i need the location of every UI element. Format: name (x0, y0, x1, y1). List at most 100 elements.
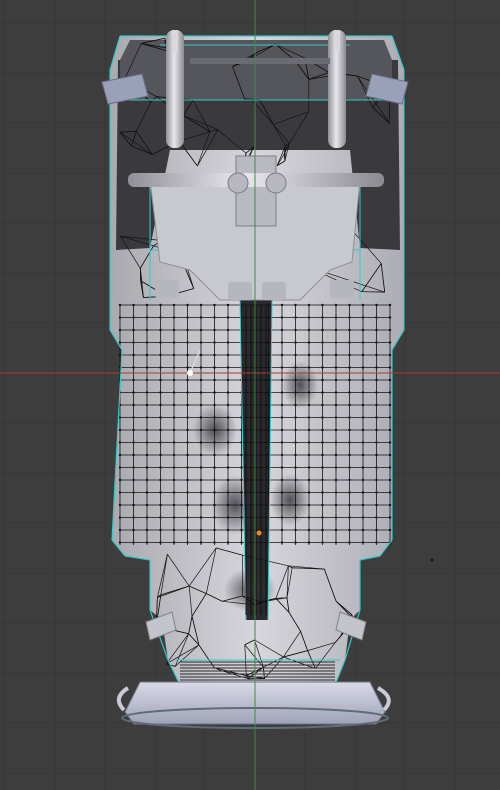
mesh-vertex (159, 491, 162, 494)
mesh-vertex (307, 316, 311, 319)
mesh-vertex (186, 478, 189, 482)
selected-vertex[interactable] (187, 370, 193, 376)
mesh-vertex (348, 466, 351, 469)
mesh-vertex (388, 441, 392, 444)
mesh-vertex (159, 328, 162, 332)
mesh-vertex (186, 428, 189, 432)
mesh-vertex (186, 516, 189, 519)
mesh-vertex (280, 528, 284, 532)
mesh-vertex (226, 378, 230, 382)
mesh-vertex (388, 391, 392, 394)
mesh-vertex (267, 416, 270, 419)
mesh-vertex (294, 478, 297, 482)
mesh-vertex (132, 328, 135, 332)
mesh-vertex (334, 316, 338, 319)
mesh-vertex (172, 516, 176, 519)
mesh-vertex (307, 403, 311, 407)
mesh-vertex (375, 478, 378, 482)
mesh-vertex (172, 441, 176, 444)
mesh-vertex (388, 328, 392, 332)
mesh-vertex (321, 428, 324, 432)
mesh-vertex (118, 491, 122, 494)
mesh-vertex (172, 453, 176, 457)
viewport-canvas[interactable] (0, 0, 500, 790)
mesh-vertex (172, 403, 176, 407)
mesh-vertex (334, 491, 338, 494)
mesh-vertex (321, 378, 324, 382)
mesh-vertex (321, 403, 324, 407)
mesh-vertex (307, 478, 311, 482)
mesh-vertex (361, 328, 365, 332)
mesh-vertex (240, 516, 243, 519)
bracket-foot (228, 282, 252, 300)
mesh-vertex (199, 453, 203, 457)
mesh-vertex (348, 303, 351, 307)
mesh-vertex (388, 303, 392, 307)
bracket-foot (262, 282, 286, 300)
mesh-vertex (280, 391, 284, 394)
mesh-vertex (213, 516, 216, 519)
mesh-vertex (294, 541, 297, 544)
mesh-vertex (375, 491, 378, 494)
mesh-vertex (375, 403, 378, 407)
mesh-vertex (159, 403, 162, 407)
mesh-vertex (213, 453, 216, 457)
mesh-vertex (294, 428, 297, 432)
mesh-vertex (186, 528, 189, 532)
mesh-vertex (159, 378, 162, 382)
mesh-vertex (118, 466, 122, 469)
mesh-vertex (334, 378, 338, 382)
mesh-vertex (334, 466, 338, 469)
mesh-vertex (348, 478, 351, 482)
mesh-vertex (159, 453, 162, 457)
mesh-vertex (226, 528, 230, 532)
mesh-vertex (361, 316, 365, 319)
mesh-vertex (199, 428, 203, 432)
mesh-vertex (321, 328, 324, 332)
mesh-vertex (132, 516, 135, 519)
mesh-vertex (307, 528, 311, 532)
mesh-vertex (132, 541, 135, 544)
mesh-vertex (375, 353, 378, 357)
mesh-vertex (172, 478, 176, 482)
mesh-vertex (172, 428, 176, 432)
mesh-vertex (321, 341, 324, 344)
mesh-vertex (361, 366, 365, 369)
mesh-vertex (321, 316, 324, 319)
3d-viewport[interactable] (0, 0, 500, 790)
mesh-vertex (199, 516, 203, 519)
mesh-vertex (280, 478, 284, 482)
mesh-vertex (334, 441, 338, 444)
mesh-vertex (145, 503, 149, 507)
mesh-vertex (307, 453, 311, 457)
mesh-vertex (213, 328, 216, 332)
mesh-vertex (145, 391, 149, 394)
mesh-vertex (348, 428, 351, 432)
mesh-vertex (199, 541, 203, 544)
mesh-vertex (226, 403, 230, 407)
mesh-vertex (199, 416, 203, 419)
mesh-vertex (145, 403, 149, 407)
mesh-vertex (375, 441, 378, 444)
mesh-vertex (361, 391, 365, 394)
mesh-vertex (307, 303, 311, 307)
mesh-vertex (280, 416, 284, 419)
mesh-vertex (294, 503, 297, 507)
mesh-vertex (321, 453, 324, 457)
stray-vertex[interactable] (430, 558, 434, 562)
mesh-vertex (132, 353, 135, 357)
mesh-vertex (172, 341, 176, 344)
mesh-vertex (118, 453, 122, 457)
mesh-vertex (159, 303, 162, 307)
mesh-shading (270, 474, 310, 526)
crossbar-knob (265, 172, 287, 194)
mesh-vertex (321, 441, 324, 444)
mesh-vertex (388, 403, 392, 407)
mesh-vertex (186, 416, 189, 419)
mesh-vertex (375, 503, 378, 507)
object-origin[interactable] (256, 530, 262, 536)
mesh-vertex (159, 516, 162, 519)
mesh-vertex (388, 503, 392, 507)
mesh-vertex (199, 403, 203, 407)
top-rail (190, 58, 330, 64)
